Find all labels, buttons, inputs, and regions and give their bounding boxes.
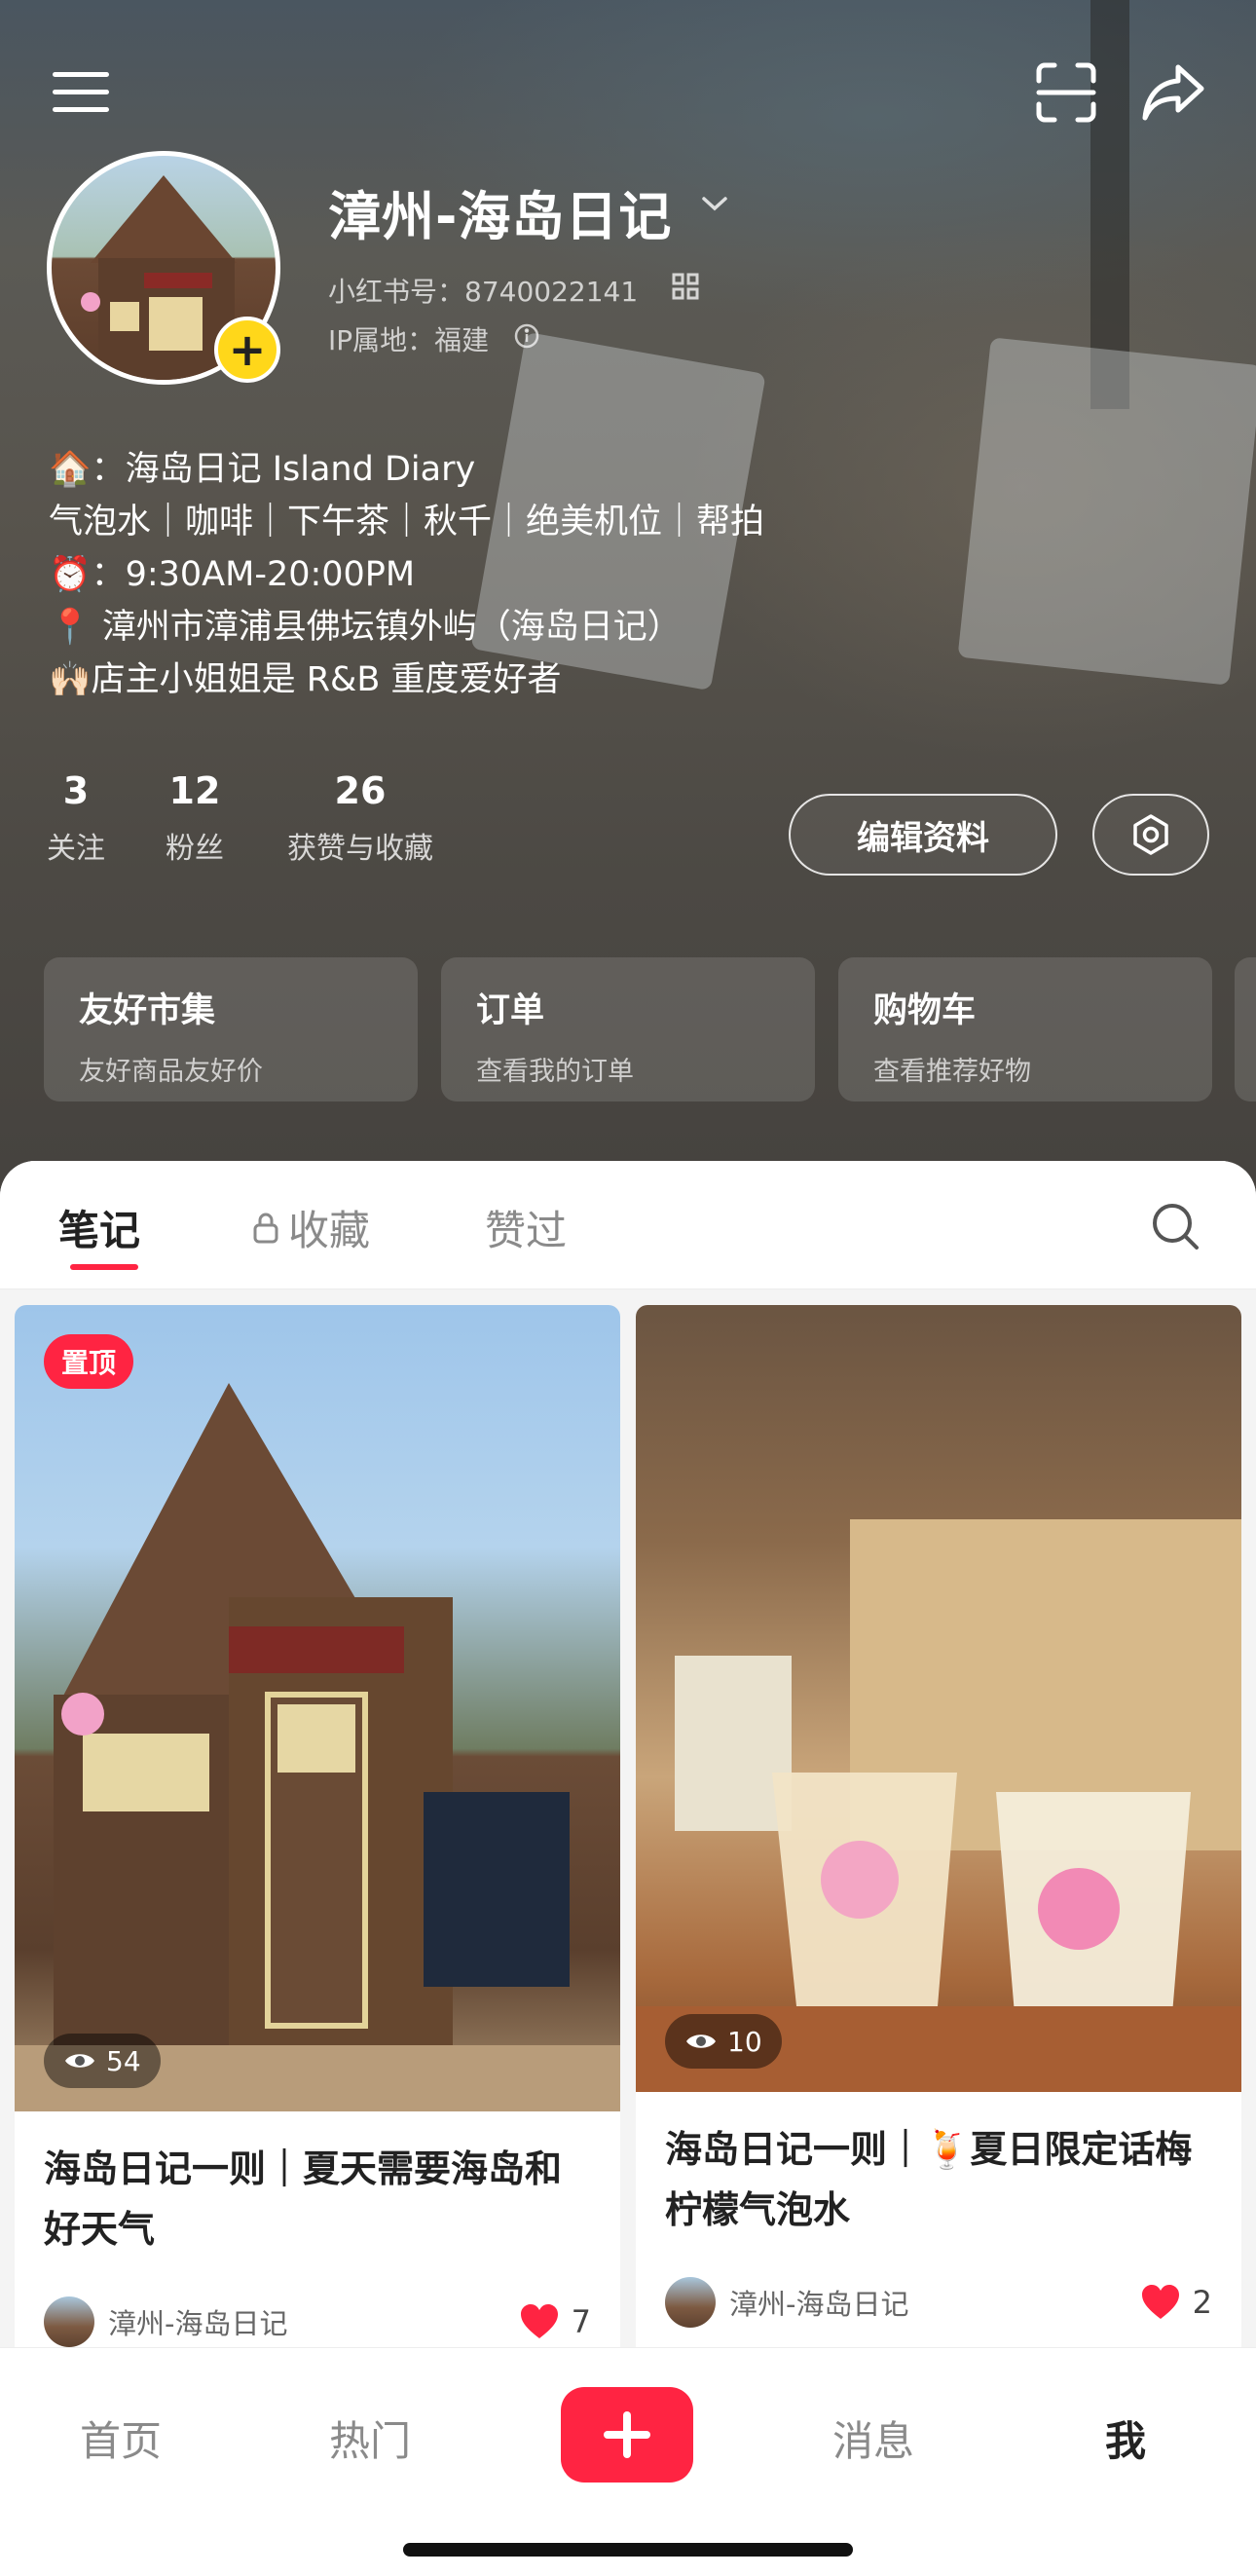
bio-line: 🏠：海岛日记 Island Diary	[49, 450, 476, 489]
stat-label: 粉丝	[166, 832, 224, 866]
note-likes[interactable]: 7	[519, 2303, 591, 2340]
stat-value: 12	[168, 769, 221, 812]
stat-value: 26	[334, 769, 387, 812]
heart-icon	[1141, 2285, 1179, 2319]
stat-following[interactable]: 3 关注	[47, 769, 105, 867]
note-likes[interactable]: 2	[1140, 2284, 1212, 2321]
nav-messages[interactable]: 消息	[832, 2408, 914, 2468]
search-button[interactable]	[1149, 1200, 1207, 1258]
tab-notes[interactable]: 笔记	[58, 1198, 140, 1257]
gear-icon	[1133, 814, 1168, 855]
tab-label: 收藏	[288, 1207, 371, 1254]
note-meta: 漳州-海岛日记 2	[665, 2277, 1212, 2328]
profile-bio: 🏠：海岛日记 Island Diary 气泡水｜咖啡｜下午茶｜秋千｜绝美机位｜帮…	[49, 443, 1120, 706]
author-avatar	[665, 2277, 716, 2328]
note-card[interactable]: 置顶 54 海岛日记一则｜夏天需要海岛和好天气 漳州-海岛日记 7	[15, 1305, 620, 2388]
tab-liked[interactable]: 赞过	[485, 1198, 567, 1257]
scan-icon	[1036, 62, 1096, 123]
eye-icon	[65, 2054, 94, 2068]
stat-label: 获赞与收藏	[287, 832, 433, 866]
ip-location: IP属地：福建	[328, 324, 490, 356]
profile-header: + 漳州-海岛日记 小红书号：8740022141 IP属地：福建 🏠：海岛日记…	[0, 0, 1256, 1217]
note-cover-image[interactable]: 10	[636, 1305, 1241, 2092]
views-count: 10	[727, 2025, 762, 2058]
profile-name[interactable]: 漳州-海岛日记	[328, 173, 672, 250]
edit-profile-button[interactable]: 编辑资料	[789, 794, 1057, 876]
bio-line: ⏰：9:30AM-20:00PM	[49, 555, 416, 594]
active-tab-indicator	[70, 1264, 138, 1270]
publish-button[interactable]	[561, 2387, 693, 2483]
service-card-market[interactable]: 友好市集 友好商品友好价	[44, 957, 418, 1101]
lock-icon	[253, 1213, 278, 1243]
heart-icon	[520, 2304, 558, 2338]
stat-value: 3	[62, 769, 90, 812]
stat-likes-and-collections[interactable]: 26 获赞与收藏	[287, 769, 433, 867]
service-card-title: 购物车	[873, 991, 977, 1030]
service-card-title: 友好市集	[79, 991, 216, 1030]
content-panel: 笔记 收藏 赞过 置顶 54 海岛日记一则｜夏天需要海岛和好天气 漳州-海岛日记…	[0, 1161, 1256, 2388]
menu-button[interactable]	[47, 58, 115, 127]
pinned-badge: 置顶	[44, 1334, 134, 1389]
stat-label: 关注	[47, 832, 105, 866]
profile-tabs: 笔记 收藏 赞过	[0, 1161, 1256, 1289]
bio-line: 🙌🏻店主小姐姐是 R&B 重度爱好者	[49, 660, 562, 699]
service-card-subtitle: 查看推荐好物	[873, 1057, 1031, 1087]
views-badge: 10	[665, 2014, 782, 2069]
service-card-cart[interactable]: 购物车 查看推荐好物	[838, 957, 1212, 1101]
xhs-id: 小红书号：8740022141	[328, 276, 639, 308]
nav-hot[interactable]: 热门	[329, 2408, 411, 2468]
views-badge: 54	[44, 2034, 161, 2088]
service-card-orders[interactable]: 订单 查看我的订单	[441, 957, 815, 1101]
menu-icon	[53, 72, 109, 112]
scan-button[interactable]	[1032, 58, 1100, 127]
share-icon	[1142, 64, 1204, 121]
service-card-subtitle: 友好商品友好价	[79, 1057, 263, 1087]
eye-icon	[686, 2035, 716, 2048]
add-avatar-button[interactable]: +	[214, 317, 280, 383]
nav-me[interactable]: 我	[1105, 2408, 1146, 2468]
likes-count: 2	[1192, 2284, 1212, 2321]
bio-line: 气泡水｜咖啡｜下午茶｜秋千｜绝美机位｜帮拍	[49, 503, 765, 541]
note-title[interactable]: 海岛日记一则｜🍹夏日限定话梅柠檬气泡水	[636, 2092, 1241, 2240]
note-title[interactable]: 海岛日记一则｜夏天需要海岛和好天气	[15, 2111, 620, 2259]
chevron-down-icon[interactable]	[701, 195, 728, 212]
bio-line: 📍 漳州市漳浦县佛坛镇外屿（海岛日记）	[49, 608, 682, 647]
home-indicator	[403, 2543, 853, 2557]
wooden-house-photo	[15, 1383, 620, 2111]
note-author[interactable]: 漳州-海岛日记	[44, 2296, 287, 2347]
views-count: 54	[106, 2044, 141, 2077]
tab-collections[interactable]: 收藏	[251, 1198, 370, 1257]
service-card-partial[interactable]	[1235, 957, 1256, 1101]
service-card-subtitle: 查看我的订单	[476, 1057, 634, 1087]
plus-icon	[604, 2411, 650, 2458]
likes-count: 7	[571, 2303, 591, 2340]
stat-followers[interactable]: 12 粉丝	[166, 769, 224, 867]
note-meta: 漳州-海岛日记 7	[44, 2296, 591, 2347]
author-avatar	[44, 2296, 94, 2347]
info-icon[interactable]	[514, 323, 539, 349]
plus-icon: +	[228, 323, 267, 376]
service-card-title: 订单	[476, 991, 545, 1030]
author-name: 漳州-海岛日记	[108, 2307, 288, 2340]
note-card[interactable]: 10 海岛日记一则｜🍹夏日限定话梅柠檬气泡水 漳州-海岛日记 2	[636, 1305, 1241, 2388]
share-button[interactable]	[1139, 58, 1207, 127]
qr-code-icon[interactable]	[672, 273, 699, 300]
bottom-navigation: 首页 热门 消息 我	[0, 2347, 1256, 2576]
search-icon	[1153, 1204, 1199, 1250]
note-cover-image[interactable]: 置顶 54	[15, 1305, 620, 2111]
author-name: 漳州-海岛日记	[729, 2288, 909, 2321]
sparkling-drinks-photo	[636, 1519, 1241, 2092]
note-author[interactable]: 漳州-海岛日记	[665, 2277, 908, 2328]
settings-button[interactable]	[1092, 794, 1209, 876]
nav-home[interactable]: 首页	[80, 2408, 162, 2468]
